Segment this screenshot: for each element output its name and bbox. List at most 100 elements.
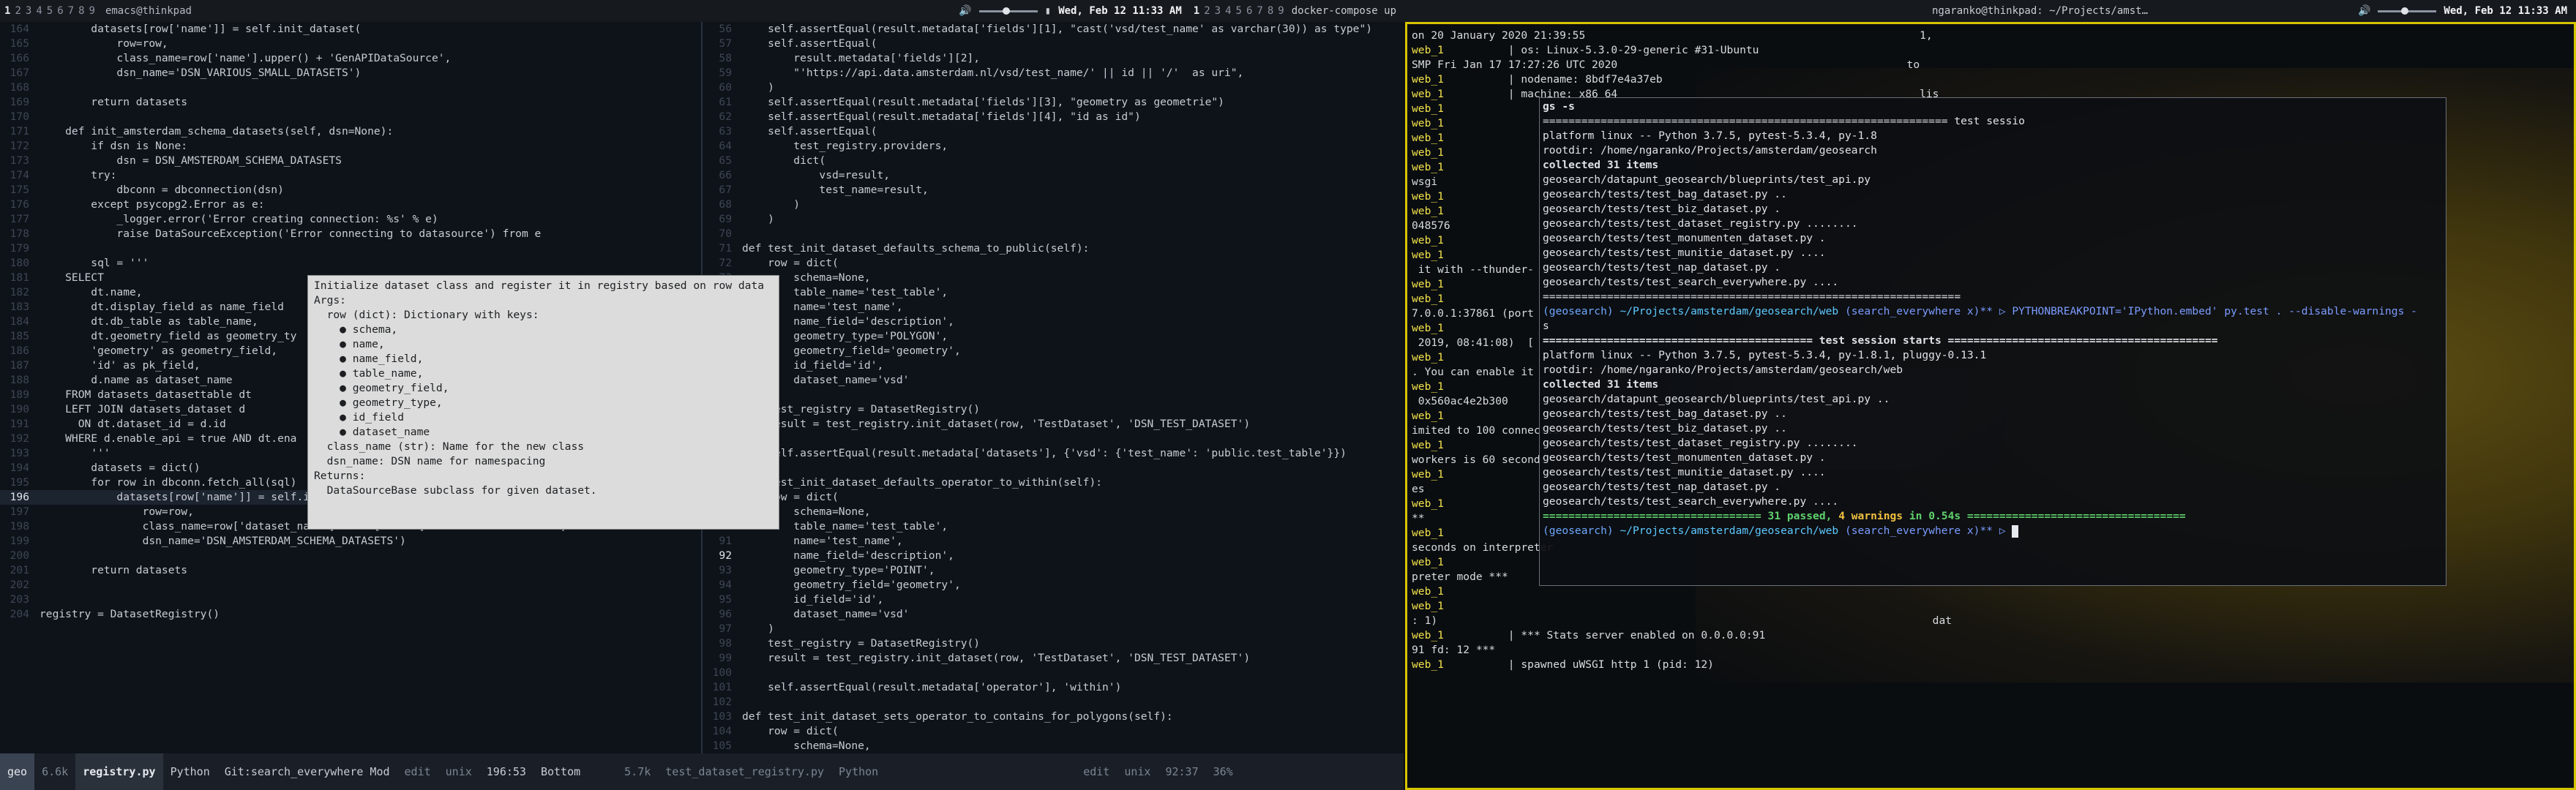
volume-icon[interactable]: 🔊 <box>959 5 971 17</box>
code-text[interactable]: row=row, <box>40 37 168 50</box>
code-text[interactable]: test_name=result, <box>742 184 928 196</box>
workspace-1[interactable]: 1 <box>1194 5 1199 17</box>
code-line[interactable]: 68 ) <box>703 198 1404 212</box>
terminal-line[interactable]: geosearch/tests/test_dataset_registry.py… <box>1543 436 2443 451</box>
code-text[interactable]: ) <box>742 622 774 635</box>
terminal-line[interactable]: platform linux -- Python 3.7.5, pytest-5… <box>1543 348 2443 363</box>
terminal-line[interactable]: rootdir: /home/ngaranko/Projects/amsterd… <box>1543 363 2443 377</box>
code-line[interactable]: 95 id_field='id', <box>703 592 1404 607</box>
code-text[interactable]: raise DataSourceException('Error connect… <box>40 227 541 240</box>
workspace-6[interactable]: 6 <box>57 5 63 17</box>
code-text[interactable]: registry = DatasetRegistry() <box>40 608 220 620</box>
code-text[interactable]: _logger.error('Error creating connection… <box>40 213 438 225</box>
code-text[interactable]: FROM datasets_datasettable dt <box>40 388 252 401</box>
code-line[interactable]: 169 return datasets <box>0 95 701 110</box>
code-text[interactable]: dt.db_table as table_name, <box>40 315 258 328</box>
code-line[interactable]: 164 datasets[row['name']] = self.init_da… <box>0 22 701 37</box>
code-line[interactable]: 69 ) <box>703 212 1404 227</box>
code-text[interactable]: row = dict( <box>742 257 839 269</box>
code-line[interactable]: 57 self.assertEqual( <box>703 37 1404 51</box>
code-text[interactable]: test_registry.providers, <box>742 140 948 152</box>
code-line[interactable]: 168 <box>0 80 701 95</box>
code-text[interactable]: return datasets <box>40 564 187 576</box>
code-text[interactable]: self.assertEqual(result.metadata['operat… <box>742 681 1121 693</box>
code-line[interactable]: 59 "'https://api.data.amsterdam.nl/vsd/t… <box>703 66 1404 80</box>
terminal-line[interactable]: ================================== 31 pa… <box>1543 509 2443 524</box>
code-text[interactable]: test_registry = DatasetRegistry() <box>742 637 980 650</box>
workspace-5[interactable]: 5 <box>1236 5 1242 17</box>
workspace-3[interactable]: 3 <box>1215 5 1221 17</box>
code-text[interactable]: def test_init_dataset_defaults_operator_… <box>742 476 1102 489</box>
code-text[interactable]: dt.name, <box>40 286 142 298</box>
terminal-line[interactable]: geosearch/tests/test_biz_dataset.py .. <box>1543 421 2443 436</box>
workspace-7[interactable]: 7 <box>1257 5 1262 17</box>
code-buffer-tests[interactable]: 56 self.assertEqual(result.metadata['fie… <box>703 22 1404 753</box>
terminal-line[interactable]: geosearch/tests/test_bag_dataset.py .. <box>1543 407 2443 421</box>
workspace-9[interactable]: 9 <box>89 5 95 17</box>
workspace-6[interactable]: 6 <box>1246 5 1252 17</box>
workspace-1[interactable]: 1 <box>4 5 10 17</box>
code-text[interactable]: ) <box>742 213 774 225</box>
code-line[interactable]: 74 table_name='test_table', <box>703 285 1404 300</box>
code-text[interactable]: dt.display_field as name_field <box>40 301 284 313</box>
code-text[interactable]: sql = ''' <box>40 257 149 269</box>
code-text[interactable]: dsn_name='DSN_VARIOUS_SMALL_DATASETS') <box>40 67 361 79</box>
code-text[interactable]: name='test_name', <box>742 535 902 547</box>
emacs-editor[interactable]: 164 datasets[row['name']] = self.init_da… <box>0 22 1404 790</box>
code-text[interactable]: ON dt.dataset_id = d.id <box>40 418 226 430</box>
code-text[interactable]: def test_init_dataset_sets_operator_to_c… <box>742 710 1173 723</box>
code-line[interactable]: 58 result.metadata['fields'][2], <box>703 51 1404 66</box>
code-line[interactable]: 72 row = dict( <box>703 256 1404 271</box>
code-text[interactable]: dbconn = dbconnection(dsn) <box>40 184 283 196</box>
floating-terminal[interactable]: gs -s ===================================… <box>1539 97 2446 586</box>
code-text[interactable]: ''' <box>40 447 110 459</box>
code-line[interactable]: 76 name_field='description', <box>703 315 1404 329</box>
volume-slider[interactable] <box>978 7 1038 15</box>
code-line[interactable]: 62 self.assertEqual(result.metadata['fie… <box>703 110 1404 124</box>
terminal-line[interactable]: geosearch/tests/test_nap_dataset.py . <box>1543 480 2443 494</box>
code-text[interactable]: def test_init_dataset_defaults_schema_to… <box>742 242 1089 255</box>
code-text[interactable]: try: <box>40 169 116 181</box>
workspace-list-left-secondary[interactable]: 123456789 <box>1189 5 1284 17</box>
code-line[interactable]: 173 dsn = DSN_AMSTERDAM_SCHEMA_DATASETS <box>0 154 701 168</box>
code-text[interactable]: class_name=row['name'].upper() + 'GenAPI… <box>40 52 451 64</box>
workspace-9[interactable]: 9 <box>1278 5 1284 17</box>
terminal-line[interactable]: s <box>1543 319 2443 334</box>
code-line[interactable]: 60 ) <box>703 80 1404 95</box>
code-line[interactable]: 105 schema=None, <box>703 739 1404 753</box>
terminal-line[interactable]: geosearch/tests/test_nap_dataset.py . <box>1543 260 2443 275</box>
workspace-3[interactable]: 3 <box>26 5 31 17</box>
code-line[interactable]: 79 id_field='id', <box>703 358 1404 373</box>
code-line[interactable]: 203 <box>0 592 701 607</box>
terminal-line[interactable]: ========================================… <box>1543 290 2443 304</box>
code-line[interactable]: 80 dataset_name='vsd' <box>703 373 1404 388</box>
terminal-line[interactable]: collected 31 items <box>1543 377 2443 392</box>
code-line[interactable]: 98 test_registry = DatasetRegistry() <box>703 636 1404 651</box>
workspace-list-left[interactable]: 123456789 <box>0 5 95 17</box>
code-text[interactable]: self.assertEqual( <box>742 37 877 50</box>
terminal-line[interactable]: ========================================… <box>1543 114 2443 129</box>
code-text[interactable]: dataset_name='vsd' <box>742 608 909 620</box>
code-text[interactable]: for row in dbconn.fetch_all(sql) <box>40 476 296 489</box>
code-line[interactable]: 166 class_name=row['name'].upper() + 'Ge… <box>0 51 701 66</box>
workspace-4[interactable]: 4 <box>1225 5 1231 17</box>
code-text[interactable]: row=row, <box>40 505 194 518</box>
terminal-line[interactable]: (geosearch) ~/Projects/amsterdam/geosear… <box>1543 524 2443 538</box>
code-text[interactable]: def init_amsterdam_schema_datasets(self,… <box>40 125 393 138</box>
code-line[interactable]: 202 <box>0 578 701 592</box>
workspace-7[interactable]: 7 <box>68 5 74 17</box>
code-text[interactable]: geometry_type='POINT', <box>742 564 935 576</box>
major-mode-left[interactable]: Python <box>163 753 217 790</box>
buffer-name-right[interactable]: test_dataset_registry.py <box>658 753 831 790</box>
code-text[interactable]: SELECT <box>40 271 104 284</box>
code-line[interactable]: 201 return datasets <box>0 563 701 578</box>
code-line[interactable]: 67 test_name=result, <box>703 183 1404 198</box>
code-line[interactable]: 174 try: <box>0 168 701 183</box>
terminal-line[interactable]: geosearch/tests/test_search_everywhere.p… <box>1543 494 2443 509</box>
workspace-8[interactable]: 8 <box>78 5 84 17</box>
code-line[interactable]: 200 <box>0 549 701 563</box>
code-line[interactable]: 178 raise DataSourceException('Error con… <box>0 227 701 241</box>
code-line[interactable]: 73 schema=None, <box>703 271 1404 285</box>
buffer-name-left[interactable]: registry.py <box>75 753 163 790</box>
code-line[interactable]: 94 geometry_field='geometry', <box>703 578 1404 592</box>
